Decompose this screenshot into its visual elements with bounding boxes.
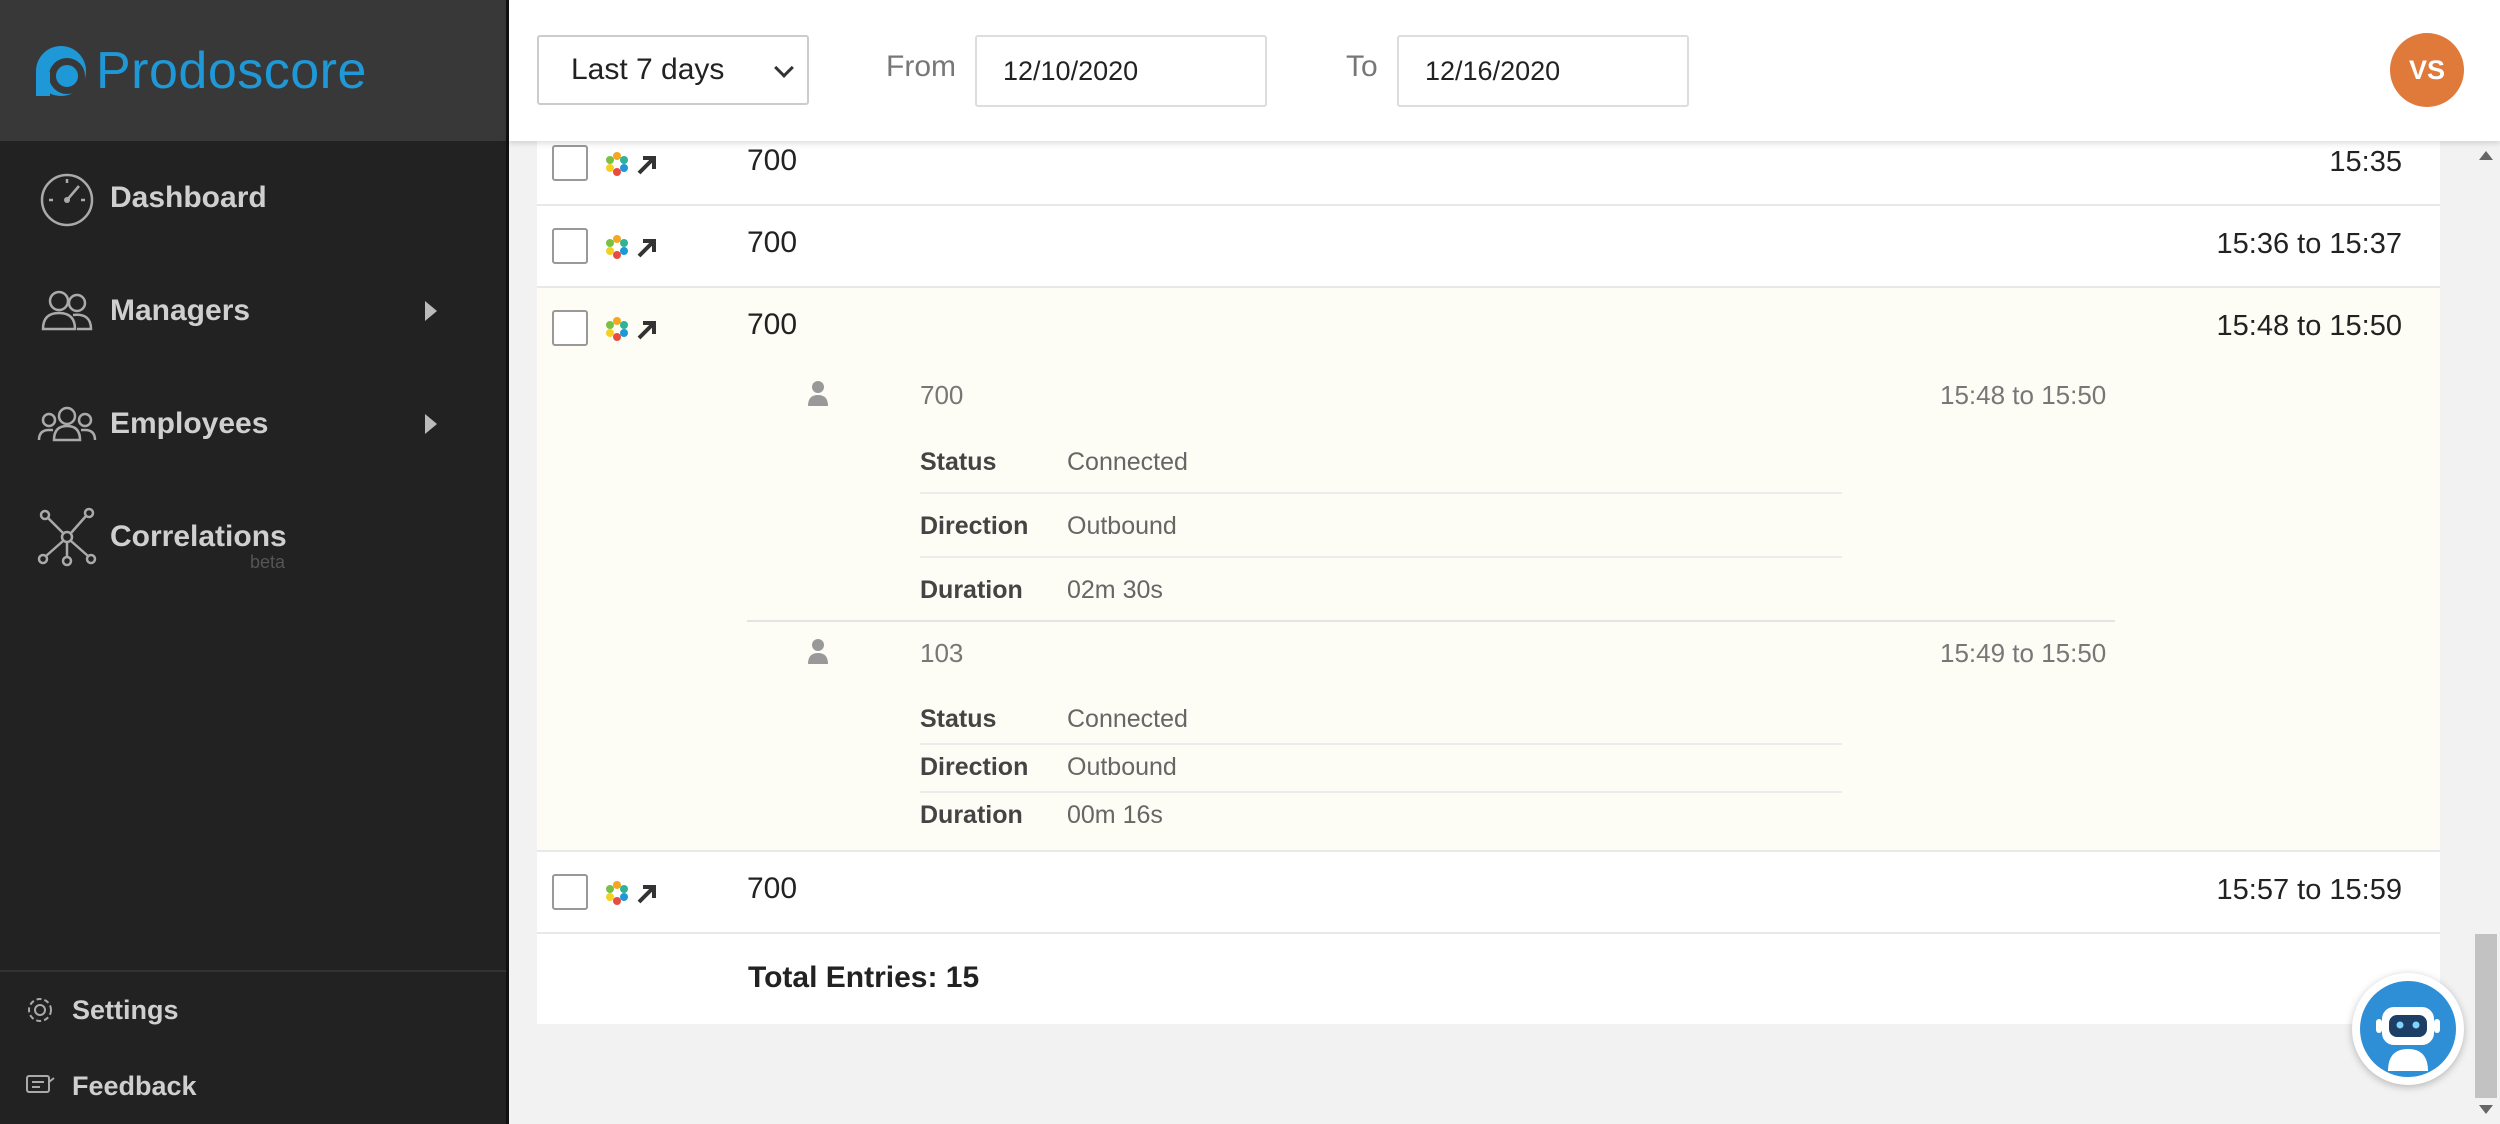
from-date-input[interactable]: 12/10/2020 xyxy=(975,35,1267,107)
date-range-select[interactable]: Last 7 days xyxy=(537,35,809,105)
call-row[interactable]: 700 15:36 to 15:37 xyxy=(537,206,2440,288)
network-icon xyxy=(36,506,98,568)
call-row[interactable]: 700 15:57 to 15:59 xyxy=(537,852,2440,934)
from-label: From xyxy=(886,50,956,83)
brand-name: Prodoscore xyxy=(96,41,367,100)
sidebar-item-label: Managers xyxy=(110,293,251,327)
divider xyxy=(920,556,1842,558)
call-time: 15:36 to 15:37 xyxy=(2216,228,2402,260)
participant-time: 15:48 to 15:50 xyxy=(1940,380,2107,410)
date-range-value: Last 7 days xyxy=(571,53,725,86)
row-checkbox[interactable] xyxy=(552,874,588,910)
duration-value: 02m 30s xyxy=(1067,576,1163,604)
call-row[interactable]: 700 15:35 xyxy=(537,141,2440,206)
status-label: Status xyxy=(920,448,997,476)
duration-label: Duration xyxy=(920,576,1023,604)
call-list: 700 15:35 700 15:36 to 15:37 700 15:48 t… xyxy=(537,141,2440,1024)
call-number: 700 xyxy=(747,226,798,259)
participant-number: 103 xyxy=(920,638,964,668)
call-row-expanded[interactable]: 700 15:48 to 15:50 700 15:48 to 15:50 St… xyxy=(537,288,2440,852)
beta-badge: beta xyxy=(250,552,286,572)
call-number: 700 xyxy=(747,144,798,177)
sidebar-item-dashboard[interactable]: Dashboard xyxy=(0,141,509,254)
to-label: To xyxy=(1346,50,1378,83)
sidebar-footer: Settings Feedback xyxy=(0,970,506,1124)
feedback-icon xyxy=(26,1075,55,1093)
call-number: 700 xyxy=(747,872,798,905)
status-value: Connected xyxy=(1067,705,1188,733)
scroll-down-icon[interactable] xyxy=(2479,1105,2493,1114)
user-avatar[interactable]: VS xyxy=(2390,33,2464,107)
robot-icon xyxy=(2360,981,2456,1077)
sidebar-item-label: Settings xyxy=(72,994,179,1025)
sidebar-item-feedback[interactable]: Feedback xyxy=(0,1048,506,1124)
divider xyxy=(747,620,2115,622)
to-date-input[interactable]: 12/16/2020 xyxy=(1397,35,1689,107)
call-number: 700 xyxy=(747,308,798,341)
duration-value: 00m 16s xyxy=(1067,801,1163,829)
sidebar-item-settings[interactable]: Settings xyxy=(0,972,506,1048)
duration-label: Duration xyxy=(920,801,1023,829)
sidebar-item-correlations[interactable]: Correlations beta xyxy=(0,480,509,593)
gear-icon xyxy=(28,998,52,1022)
scrollbar[interactable] xyxy=(2472,141,2500,1124)
person-icon xyxy=(808,381,828,406)
direction-label: Direction xyxy=(920,753,1029,781)
sidebar-item-label: Feedback xyxy=(72,1070,197,1101)
direction-label: Direction xyxy=(920,512,1029,540)
prodoscore-logo-icon xyxy=(36,45,86,96)
call-type-icon xyxy=(606,235,656,259)
speedometer-icon xyxy=(36,167,98,229)
person-icon xyxy=(808,639,828,664)
direction-value: Outbound xyxy=(1067,512,1177,540)
scroll-up-icon[interactable] xyxy=(2479,151,2493,160)
chevron-down-icon xyxy=(774,58,794,78)
divider xyxy=(920,743,1842,745)
sidebar-item-employees[interactable]: Employees xyxy=(0,367,509,480)
scroll-thumb[interactable] xyxy=(2475,934,2497,1098)
brand[interactable]: Prodoscore xyxy=(0,0,509,141)
divider xyxy=(920,791,1842,793)
call-time: 15:57 to 15:59 xyxy=(2216,874,2402,906)
sidebar-item-managers[interactable]: Managers xyxy=(0,254,509,367)
status-value: Connected xyxy=(1067,448,1188,476)
total-entries: Total Entries: 15 xyxy=(748,961,980,994)
chevron-right-icon xyxy=(425,413,437,434)
sidebar-item-label: Dashboard xyxy=(110,180,267,214)
call-type-icon xyxy=(606,152,656,176)
sidebar-item-label: Employees xyxy=(110,406,269,440)
status-label: Status xyxy=(920,705,997,733)
participant-number: 700 xyxy=(920,380,964,410)
top-bar: Last 7 days From 12/10/2020 To 12/16/202… xyxy=(509,0,2500,141)
divider xyxy=(920,492,1842,494)
call-time: 15:35 xyxy=(2329,146,2402,178)
row-checkbox[interactable] xyxy=(552,310,588,346)
sidebar-item-label: Correlations xyxy=(110,519,287,553)
row-checkbox[interactable] xyxy=(552,228,588,264)
call-type-icon xyxy=(606,317,656,341)
employees-icon xyxy=(36,393,98,455)
direction-value: Outbound xyxy=(1067,753,1177,781)
call-time: 15:48 to 15:50 xyxy=(2216,310,2402,342)
row-checkbox[interactable] xyxy=(552,145,588,181)
participant-time: 15:49 to 15:50 xyxy=(1940,638,2107,668)
chevron-right-icon xyxy=(425,300,437,321)
chatbot-button[interactable] xyxy=(2352,973,2464,1085)
sidebar: Prodoscore Dashboard Managers Employees … xyxy=(0,0,509,1124)
managers-icon xyxy=(36,280,98,342)
call-type-icon xyxy=(606,881,656,905)
